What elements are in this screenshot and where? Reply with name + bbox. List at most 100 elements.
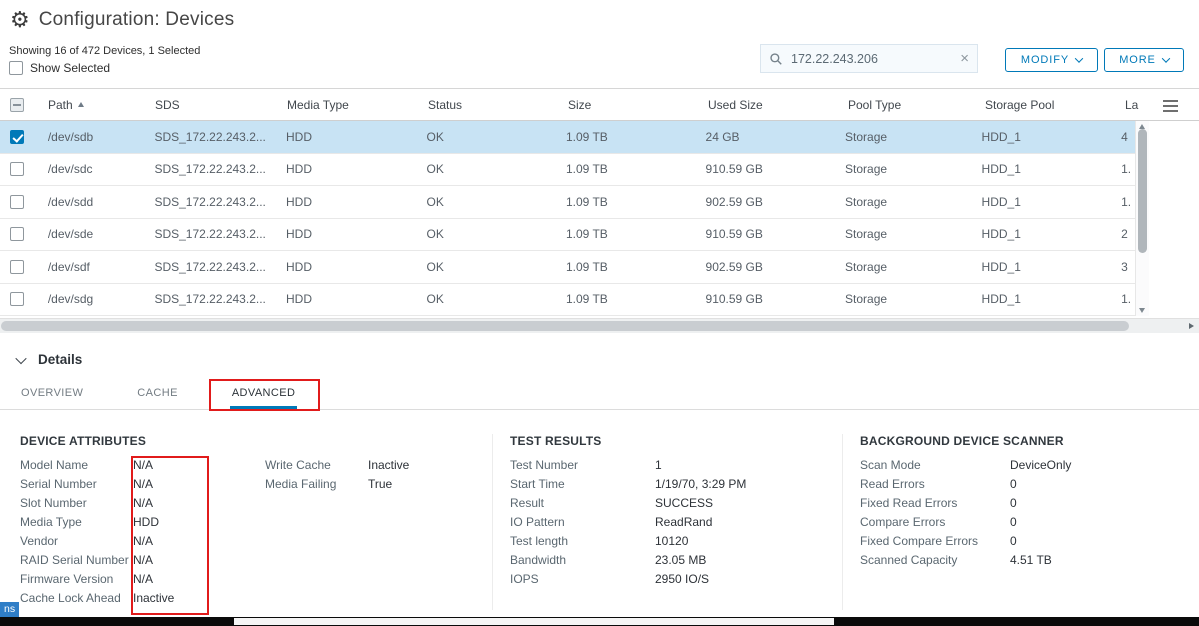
details-body: DEVICE ATTRIBUTES Model Name N/A Serial … [0, 434, 1199, 616]
search-input[interactable]: 172.22.243.206 [791, 52, 952, 66]
cell-last: 4 [1121, 130, 1135, 144]
search-box[interactable]: 172.22.243.206 × [760, 44, 978, 73]
show-selected-toggle[interactable]: Show Selected [9, 61, 110, 75]
cell-status: OK [426, 130, 566, 144]
modify-button[interactable]: MODIFY [1005, 48, 1098, 72]
attribute-value: N/A [133, 553, 153, 567]
horizontal-scrollbar-thumb[interactable] [1, 321, 1129, 331]
attribute-label: Fixed Compare Errors [860, 534, 1010, 548]
tab-overview[interactable]: OVERVIEW [21, 387, 83, 409]
table-row[interactable]: /dev/sdg SDS_172.22.243.2... HDD OK 1.09… [0, 284, 1135, 317]
show-selected-checkbox[interactable] [9, 61, 23, 75]
cell-sds: SDS_172.22.243.2... [154, 130, 286, 144]
attribute-row: Media Failing True [265, 474, 409, 493]
collapse-chevron-icon[interactable] [15, 352, 26, 363]
cell-last: 1. [1121, 195, 1135, 209]
attribute-row: Serial Number N/A [20, 474, 265, 493]
attribute-label: Scanned Capacity [860, 553, 1010, 567]
cell-status: OK [426, 227, 566, 241]
cell-pool-type: Storage [845, 195, 982, 209]
attribute-value: N/A [133, 496, 153, 510]
row-checkbox[interactable] [10, 130, 24, 144]
horizontal-scrollbar[interactable] [0, 318, 1199, 333]
column-header-used-size[interactable]: Used Size [708, 98, 848, 112]
attribute-row: Read Errors 0 [860, 474, 1071, 493]
vertical-scrollbar[interactable] [1135, 121, 1149, 316]
section-divider [842, 434, 843, 610]
attribute-label: Media Failing [265, 477, 368, 491]
gear-icon: ⚙ [10, 9, 30, 31]
attribute-label: RAID Serial Number [20, 553, 133, 567]
cell-last: 1. [1121, 162, 1135, 176]
select-all-checkbox[interactable] [10, 98, 24, 112]
table-row[interactable]: /dev/sdd SDS_172.22.243.2... HDD OK 1.09… [0, 186, 1135, 219]
attribute-value: 23.05 MB [655, 553, 706, 567]
attribute-row: Test Number 1 [510, 455, 746, 474]
cell-used-size: 902.59 GB [706, 260, 846, 274]
table-row[interactable]: /dev/sdb SDS_172.22.243.2... HDD OK 1.09… [0, 121, 1135, 154]
row-checkbox[interactable] [10, 162, 24, 176]
column-header-sds[interactable]: SDS [155, 98, 287, 112]
details-header[interactable]: Details [17, 352, 82, 367]
section-heading: DEVICE ATTRIBUTES [20, 434, 409, 448]
table-row[interactable]: /dev/sdc SDS_172.22.243.2... HDD OK 1.09… [0, 154, 1135, 187]
section-divider [492, 434, 493, 610]
attribute-label: Scan Mode [860, 458, 1010, 472]
clear-search-icon[interactable]: × [960, 51, 969, 66]
attribute-label: IOPS [510, 572, 655, 586]
attribute-label: Cache Lock Ahead [20, 591, 133, 605]
attribute-value: ReadRand [655, 515, 712, 529]
row-checkbox[interactable] [10, 227, 24, 241]
table-row[interactable]: /dev/sdf SDS_172.22.243.2... HDD OK 1.09… [0, 251, 1135, 284]
column-header-path[interactable]: Path [48, 98, 155, 112]
cell-used-size: 910.59 GB [706, 162, 846, 176]
attribute-row: Cache Lock Ahead Inactive [20, 588, 265, 607]
attribute-row: Start Time 1/19/70, 3:29 PM [510, 474, 746, 493]
attribute-value: 0 [1010, 477, 1017, 491]
tab-advanced[interactable]: ADVANCED [232, 387, 296, 409]
scroll-right-icon[interactable] [1189, 323, 1194, 329]
devices-table: Path SDS Media Type Status Size Used Siz… [0, 88, 1199, 316]
tab-cache[interactable]: CACHE [137, 387, 178, 409]
cell-size: 1.09 TB [566, 260, 706, 274]
more-button[interactable]: MORE [1104, 48, 1184, 72]
attribute-label: Fixed Read Errors [860, 496, 1010, 510]
column-settings-icon[interactable] [1163, 100, 1178, 102]
attribute-row: Firmware Version N/A [20, 569, 265, 588]
configuration-devices-page: ⚙ Configuration: Devices Showing 16 of 4… [0, 0, 1199, 626]
attribute-row: Result SUCCESS [510, 493, 746, 512]
attribute-row: Fixed Read Errors 0 [860, 493, 1071, 512]
attribute-row: Slot Number N/A [20, 493, 265, 512]
attribute-row: Media Type HDD [20, 512, 265, 531]
attribute-value: 0 [1010, 496, 1017, 510]
column-header-size[interactable]: Size [568, 98, 708, 112]
status-badge: ns [0, 602, 19, 618]
attribute-value: 0 [1010, 515, 1017, 529]
device-attributes-section: DEVICE ATTRIBUTES Model Name N/A Serial … [20, 434, 409, 607]
scroll-down-icon[interactable] [1139, 308, 1145, 313]
attribute-value: 1 [655, 458, 662, 472]
vertical-scrollbar-thumb[interactable] [1138, 129, 1147, 253]
device-attributes-list-2: Write Cache Inactive Media Failing True [265, 455, 409, 607]
column-label: Status [428, 98, 462, 112]
column-header-last[interactable]: La [1125, 98, 1139, 112]
cell-storage-pool: HDD_1 [982, 162, 1122, 176]
cell-storage-pool: HDD_1 [982, 227, 1122, 241]
scanner-list: Scan Mode DeviceOnly Read Errors 0 Fixed… [860, 455, 1071, 569]
row-checkbox[interactable] [10, 292, 24, 306]
attribute-row: RAID Serial Number N/A [20, 550, 265, 569]
row-checkbox[interactable] [10, 260, 24, 274]
column-header-pool-type[interactable]: Pool Type [848, 98, 985, 112]
column-header-status[interactable]: Status [428, 98, 568, 112]
column-header-media-type[interactable]: Media Type [287, 98, 428, 112]
cell-last: 1. [1121, 292, 1135, 306]
cell-path: /dev/sdd [48, 195, 155, 209]
table-row[interactable]: /dev/sde SDS_172.22.243.2... HDD OK 1.09… [0, 219, 1135, 252]
test-results-list: Test Number 1 Start Time 1/19/70, 3:29 P… [510, 455, 746, 588]
cell-last: 3 [1121, 260, 1135, 274]
row-checkbox[interactable] [10, 195, 24, 209]
column-header-storage-pool[interactable]: Storage Pool [985, 98, 1125, 112]
attribute-value: N/A [133, 534, 153, 548]
cell-used-size: 24 GB [706, 130, 846, 144]
cell-status: OK [426, 292, 566, 306]
